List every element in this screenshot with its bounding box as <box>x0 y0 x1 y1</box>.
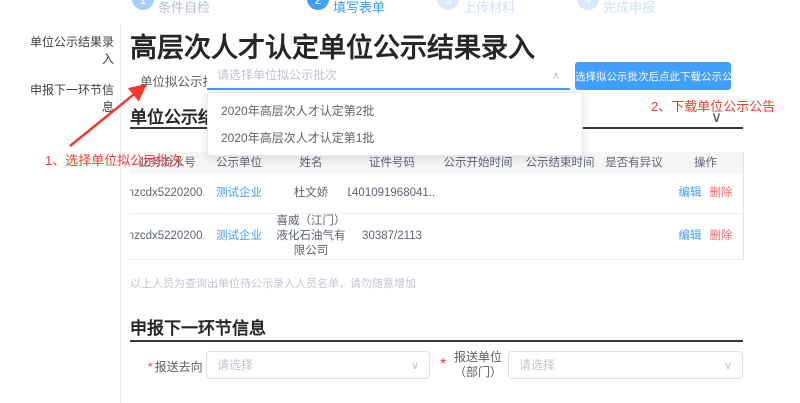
delete-button[interactable]: 删除 <box>710 186 733 201</box>
destination-select-input[interactable] <box>207 352 396 378</box>
batch-select-input[interactable] <box>207 62 537 88</box>
delete-button[interactable]: 删除 <box>710 229 733 244</box>
cell-objection <box>600 214 668 259</box>
result-table: 业务流水号 公示单位 姓名 证件号码 公示开始时间 公示结束时间 是否有异议 操… <box>130 152 744 260</box>
batch-dropdown-panel: 2020年高层次人才认定第2批 2020年高层次人才认定第1批 <box>207 92 583 156</box>
table-row: jmzcdx5220200... 测试企业 喜威（江门）液化石油气有限公司 30… <box>130 214 743 260</box>
cell-id: 1401091968041... <box>348 187 436 199</box>
annotation-download-note: 2、下载单位公示公告 <box>651 99 776 114</box>
cell-name: 喜威（江门）液化石油气有限公司 <box>276 215 346 257</box>
col-header-objection: 是否有异议 <box>605 156 663 169</box>
chevron-down-icon: ∨ <box>723 360 732 372</box>
report-unit-select-input[interactable] <box>509 352 708 378</box>
cell-start <box>436 214 520 259</box>
table-footnote: 以上人员为查询出单位待公示录入人员名单，请勿随意增加 <box>130 278 416 290</box>
section-title-next-step: 申报下一环节信息 <box>130 319 266 338</box>
chevron-down-icon: ∨ <box>410 360 419 372</box>
step-3-label: 上传材料 <box>463 0 516 15</box>
step-2-label: 填写表单 <box>333 0 386 15</box>
batch-option-1[interactable]: 2020年高层次人才认定第1批 <box>208 124 582 151</box>
sidebar-item-next-step-info[interactable]: 申报下一环节信息 <box>30 82 114 116</box>
step-3-circle: 3 <box>437 0 459 10</box>
batch-option-2[interactable]: 2020年高层次人才认定第2批 <box>208 97 582 124</box>
cell-serial: jmzcdx5220200... <box>130 230 204 242</box>
cell-start <box>436 174 520 213</box>
cell-name: 杜文娇 <box>293 187 329 199</box>
annotation-select-batch-note: 1、选择单位拟公示批次 <box>45 153 183 168</box>
cell-end <box>520 214 600 259</box>
cell-end <box>520 174 600 213</box>
sidebar-item-unit-result-entry[interactable]: 单位公示结果录入 <box>30 34 114 68</box>
section-divider-next-step <box>130 340 743 342</box>
cell-objection <box>600 174 668 213</box>
step-4-circle: 4 <box>577 0 599 10</box>
cell-unit-link[interactable]: 测试企业 <box>204 214 274 259</box>
step-2-circle: 2 <box>307 0 329 10</box>
batch-select[interactable]: ∧ <box>207 62 570 90</box>
required-mark: * <box>148 360 153 374</box>
page-title: 高层次人才认定单位公示结果录入 <box>130 33 535 63</box>
chevron-up-icon: ∧ <box>551 70 560 82</box>
field-label-report-unit: 报送单位 （部门） <box>453 350 502 379</box>
cell-serial: jmzcdx5220200... <box>130 187 204 199</box>
download-announcement-button[interactable]: 选择拟公示批次后点此下载公示公告 <box>575 62 743 90</box>
cell-unit-link[interactable]: 测试企业 <box>204 174 274 213</box>
sidebar-divider <box>120 24 121 403</box>
field-label-destination: * 报送去向 <box>148 360 203 374</box>
required-mark: * <box>440 356 447 373</box>
step-4-label: 完成申报 <box>603 0 656 15</box>
sidebar-nav: 单位公示结果录入 申报下一环节信息 <box>30 34 114 130</box>
destination-select[interactable]: ∨ <box>206 351 430 379</box>
col-header-actions: 操作 <box>694 156 717 169</box>
report-unit-select[interactable]: ∨ <box>508 351 743 379</box>
step-1-circle: 1 <box>132 0 154 10</box>
step-1-label: 条件自检 <box>158 0 211 15</box>
edit-button[interactable]: 编辑 <box>679 229 702 244</box>
cell-id: 30387/2113 <box>362 230 422 242</box>
edit-button[interactable]: 编辑 <box>679 186 702 201</box>
app-window: 1 条件自检 2 填写表单 3 上传材料 4 完成申报 单位公示结果录入 申报下… <box>0 0 800 403</box>
table-row: jmzcdx5220200... 测试企业 杜文娇 1401091968041.… <box>130 174 743 214</box>
